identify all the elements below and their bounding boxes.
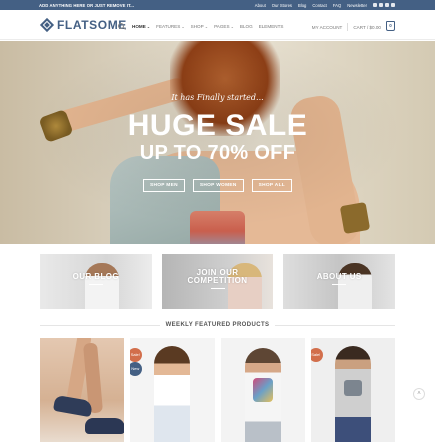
chevron-down-icon: ⌄ [181,23,185,29]
product-image [154,346,191,442]
logo-icon [39,17,55,33]
featured-section-header: WEEKLY FEATURED PRODUCTS [40,320,395,330]
product-card[interactable] [220,338,305,442]
shop-men-button[interactable]: SHOP MEN [142,179,185,192]
nav-item-shop[interactable]: SHOP ⌄ [191,24,208,29]
nav-item-pages[interactable]: PAGES ⌄ [214,24,234,29]
sale-badge: Sale! [130,348,143,362]
top-link-contact[interactable]: Contact [312,3,326,8]
cart-icon[interactable]: 0 [386,21,395,31]
sale-badge: Sale! [310,348,323,362]
nav-item-features[interactable]: FEATURES ⌄ [156,24,185,29]
facebook-icon[interactable] [373,3,377,7]
new-badge: New [130,362,143,376]
divider [88,284,103,285]
main-nav: HOME ⌄ FEATURES ⌄ SHOP ⌄ PAGES ⌄ BLOG ELEMEN… [118,23,283,29]
nav-item-blog[interactable]: BLOG [240,24,253,29]
hero-subheadline: UP TO 70% OFF [139,142,296,164]
product-grid: Sale! New Sale! [40,338,395,442]
email-icon[interactable] [391,3,395,7]
top-link-newsletter[interactable]: Newsletter [347,3,367,8]
social-icons [373,3,395,7]
divider [347,23,349,31]
top-link-stores[interactable]: Our Stores [272,3,292,8]
banner-image [85,263,119,309]
banner-image [338,263,373,309]
divider [275,324,395,326]
shop-all-button[interactable]: SHOP ALL [251,179,293,192]
top-bar: ADD ANYTHING HERE OR JUST REMOVE IT... A… [0,0,435,10]
banner-our-blog[interactable]: OUR BLOG [40,254,152,309]
promo-banners: OUR BLOG JOIN OUR COMPETITION ABOUT US [40,254,396,309]
search-icon[interactable] [118,23,124,29]
shop-women-button[interactable]: SHOP WOMEN [192,179,244,192]
chevron-down-icon: ⌄ [230,23,234,29]
nav-item-elements[interactable]: ELEMENTS [259,24,284,29]
banner-label: OUR BLOG [72,272,119,281]
divider [332,284,347,285]
banner-competition[interactable]: JOIN OUR COMPETITION [161,254,274,309]
banner-about-us[interactable]: ABOUT US [283,254,396,309]
top-link-faq[interactable]: FAQ [333,3,341,8]
banner-label: JOIN OUR COMPETITION [187,268,248,285]
product-card[interactable] [40,338,125,442]
chevron-down-icon: ⌄ [146,23,151,29]
instagram-icon[interactable] [379,3,383,7]
twitter-icon[interactable] [385,3,389,7]
main-header: FLATSOME HOME ⌄ FEATURES ⌄ SHOP ⌄ PAGES ⌄ BL… [0,10,435,40]
product-card[interactable]: Sale! [310,338,395,442]
product-card[interactable]: Sale! New [130,338,215,442]
logo-text: FLATSOME [57,18,127,32]
top-bar-links: About Our Stores Blog Contact FAQ Newsle… [255,3,395,8]
nav-item-home[interactable]: HOME ⌄ [132,24,150,29]
chevron-down-icon: ⌄ [204,23,209,29]
top-link-about[interactable]: About [255,3,266,8]
hero-tagline: It has Finally started... [171,93,264,102]
cart-link[interactable]: CART / $0.00 [353,25,381,30]
hero-banner: It has Finally started... HUGE SALE UP T… [0,41,435,244]
divider [210,288,225,289]
chevron-up-icon[interactable]: ˄ [413,388,425,400]
hero-buttons: SHOP MEN SHOP WOMEN SHOP ALL [0,179,435,192]
header-right: MY ACCOUNT CART / $0.00 0 [312,21,395,31]
hero-headline: HUGE SALE [127,109,308,142]
announcement-text: ADD ANYTHING HERE OR JUST REMOVE IT... [39,2,135,8]
my-account-link[interactable]: MY ACCOUNT [312,25,343,30]
banner-label: ABOUT US [316,272,362,281]
site-logo[interactable]: FLATSOME [39,17,127,33]
section-title: WEEKLY FEATURED PRODUCTS [165,322,270,328]
top-link-blog[interactable]: Blog [298,3,306,8]
divider [40,324,160,326]
